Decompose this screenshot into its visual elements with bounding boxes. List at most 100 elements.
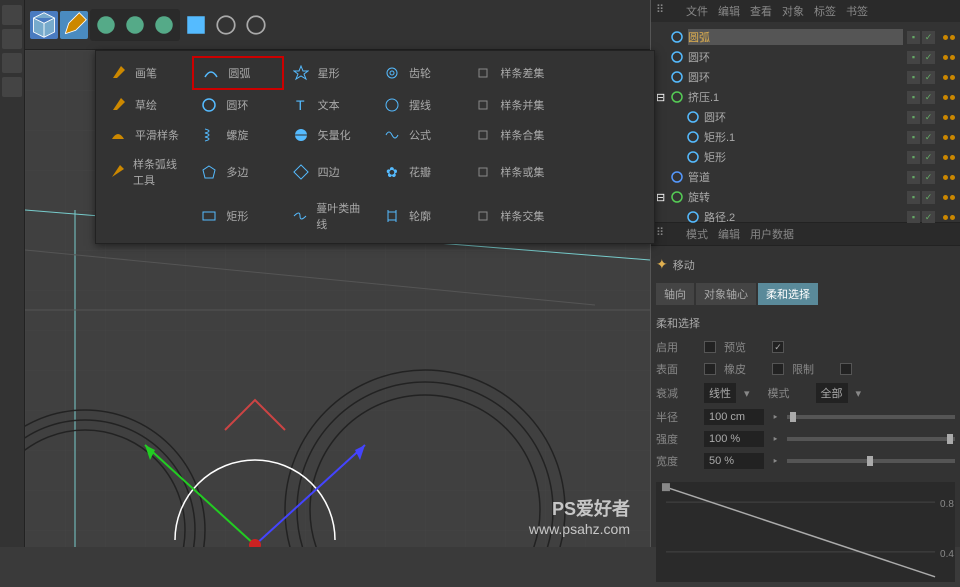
cube-primitive-button[interactable] — [30, 11, 58, 39]
spline-item-star[interactable]: 星形 — [284, 56, 375, 90]
right-panel: ⠿ 文件 编辑 查看 对象 标签 书签 圆弧▪✓圆环▪✓圆环▪✓⊟挤压.1▪✓圆… — [650, 0, 960, 547]
tab-axis[interactable]: 轴向 — [656, 283, 694, 305]
tool-c[interactable] — [150, 11, 178, 39]
attr-tab-edit[interactable]: 编辑 — [718, 226, 740, 242]
vectorize-icon — [292, 126, 310, 144]
tool-b[interactable] — [121, 11, 149, 39]
spline-item-bool-int[interactable]: 样条交集 — [466, 194, 557, 238]
sidebar-tool-2[interactable] — [2, 29, 22, 49]
spline-item-cycloid[interactable]: 摆线 — [375, 90, 466, 120]
object-tree[interactable]: 圆弧▪✓圆环▪✓圆环▪✓⊟挤压.1▪✓圆环▪✓矩形.1▪✓矩形▪✓管道▪✓⊟旋转… — [651, 22, 960, 222]
radius-input[interactable]: 100 cm — [704, 409, 764, 425]
sidebar-tool-3[interactable] — [2, 53, 22, 73]
tree-item[interactable]: 矩形▪✓ — [656, 147, 955, 167]
tool-d[interactable] — [182, 11, 210, 39]
quad-icon — [292, 163, 310, 181]
spline-item-profile[interactable]: 轮廓 — [375, 194, 466, 238]
tree-item[interactable]: ⊟挤压.1▪✓ — [656, 87, 955, 107]
tab-object-axis[interactable]: 对象轴心 — [696, 283, 756, 305]
tree-item[interactable]: 圆环▪✓ — [656, 107, 955, 127]
spline-item-quad[interactable]: 四边 — [284, 150, 375, 194]
spline-item-formula[interactable]: 公式 — [375, 120, 466, 150]
eraser-checkbox[interactable] — [772, 363, 784, 375]
attr-title: ✦ 移动 — [656, 251, 955, 278]
spline-item-text[interactable]: T文本 — [284, 90, 375, 120]
helix-icon — [200, 126, 218, 144]
spline-item-pen[interactable]: 画笔 — [101, 56, 192, 90]
width-slider[interactable] — [787, 459, 956, 463]
spline-pen-button[interactable] — [60, 11, 88, 39]
tab-view[interactable]: 查看 — [750, 3, 772, 19]
bool-and-icon — [474, 126, 492, 144]
tab-file[interactable]: 文件 — [686, 3, 708, 19]
tab-bookmarks[interactable]: 书签 — [846, 3, 868, 19]
sidebar-tool-1[interactable] — [2, 5, 22, 25]
attribute-panel: ✦ 移动 轴向 对象轴心 柔和选择 柔和选择 启用 预览 表面 橡皮 限制 — [651, 246, 960, 587]
spline-item-vectorize[interactable]: 矢量化 — [284, 120, 375, 150]
top-toolbar — [25, 0, 650, 50]
strength-input[interactable]: 100 % — [704, 431, 764, 447]
tab-tags[interactable]: 标签 — [814, 3, 836, 19]
limit-checkbox[interactable] — [840, 363, 852, 375]
spline-item-bool-and[interactable]: 样条合集 — [466, 120, 557, 150]
spline-item-bool-union[interactable]: 样条并集 — [466, 90, 557, 120]
graph-label-1: 0.8 — [940, 499, 954, 510]
watermark: PS爱好者 www.psahz.com — [529, 495, 630, 537]
pen-icon — [109, 64, 127, 82]
tree-item[interactable]: 圆环▪✓ — [656, 47, 955, 67]
spline-item-smooth[interactable]: 平滑样条 — [101, 120, 192, 150]
generic-icon — [121, 11, 149, 39]
tool-e[interactable] — [212, 11, 240, 39]
sketch-icon — [109, 96, 127, 114]
profile-icon — [383, 207, 401, 225]
width-input[interactable]: 50 % — [704, 453, 764, 469]
generic-icon — [150, 11, 178, 39]
enable-checkbox[interactable] — [704, 341, 716, 353]
falloff-graph[interactable]: 0.8 0.4 — [656, 482, 955, 582]
cycloid-icon — [383, 96, 401, 114]
text-icon: T — [292, 96, 310, 114]
cissoid-icon — [292, 207, 309, 225]
falloff-label: 衰减 — [656, 385, 696, 401]
tab-edit[interactable]: 编辑 — [718, 3, 740, 19]
cube-icon — [30, 11, 58, 39]
spline-item-bool-or[interactable]: 样条或集 — [466, 150, 557, 194]
tab-object[interactable]: 对象 — [782, 3, 804, 19]
tree-item[interactable]: 管道▪✓ — [656, 167, 955, 187]
tool-f[interactable] — [242, 11, 270, 39]
preview-checkbox[interactable] — [772, 341, 784, 353]
spline-item-flower[interactable]: ✿花瓣 — [375, 150, 466, 194]
spline-item-circle[interactable]: 圆环 — [192, 90, 283, 120]
mode-dropdown[interactable]: 全部 — [816, 383, 848, 403]
radius-slider[interactable] — [787, 415, 956, 419]
center-area: 画笔 圆弧 星形 齿轮 样条差集 草绘 圆环 T文本 摆线 样条并集 平滑样条 … — [25, 0, 650, 547]
spline-item-polygon[interactable]: 多边 — [192, 150, 283, 194]
tab-soft-select[interactable]: 柔和选择 — [758, 283, 818, 305]
tree-item[interactable]: 矩形.1▪✓ — [656, 127, 955, 147]
spline-item-cissoid[interactable]: 蔓叶类曲线 — [284, 194, 375, 238]
mode-label: 模式 — [768, 385, 808, 401]
strength-slider[interactable] — [787, 437, 956, 441]
tree-item[interactable]: 圆环▪✓ — [656, 67, 955, 87]
spline-item-rect[interactable]: 矩形 — [192, 194, 283, 238]
attr-tab-mode[interactable]: 模式 — [686, 226, 708, 242]
spline-item-bool-sub[interactable]: 样条差集 — [466, 56, 557, 90]
tool-a[interactable] — [92, 11, 120, 39]
eraser-label: 橡皮 — [724, 361, 764, 377]
tree-item[interactable]: 圆弧▪✓ — [656, 27, 955, 47]
limit-label: 限制 — [792, 361, 832, 377]
spline-item-sketch[interactable]: 草绘 — [101, 90, 192, 120]
sidebar-tool-4[interactable] — [2, 77, 22, 97]
falloff-dropdown[interactable]: 线性 — [704, 383, 736, 403]
left-tool-sidebar — [0, 0, 25, 547]
section-title: 柔和选择 — [656, 310, 955, 336]
spline-item-arc[interactable]: 圆弧 — [192, 56, 283, 90]
attr-header-tabs: ⠿ 模式 编辑 用户数据 — [651, 223, 960, 245]
tree-item[interactable]: ⊟旋转▪✓ — [656, 187, 955, 207]
spline-item-helix[interactable]: 螺旋 — [192, 120, 283, 150]
surface-checkbox[interactable] — [704, 363, 716, 375]
spline-item-arc-tool[interactable]: 样条弧线工具 — [101, 150, 192, 194]
attr-tab-userdata[interactable]: 用户数据 — [750, 226, 794, 242]
spline-item-gear[interactable]: 齿轮 — [375, 56, 466, 90]
pen-icon — [60, 11, 88, 39]
